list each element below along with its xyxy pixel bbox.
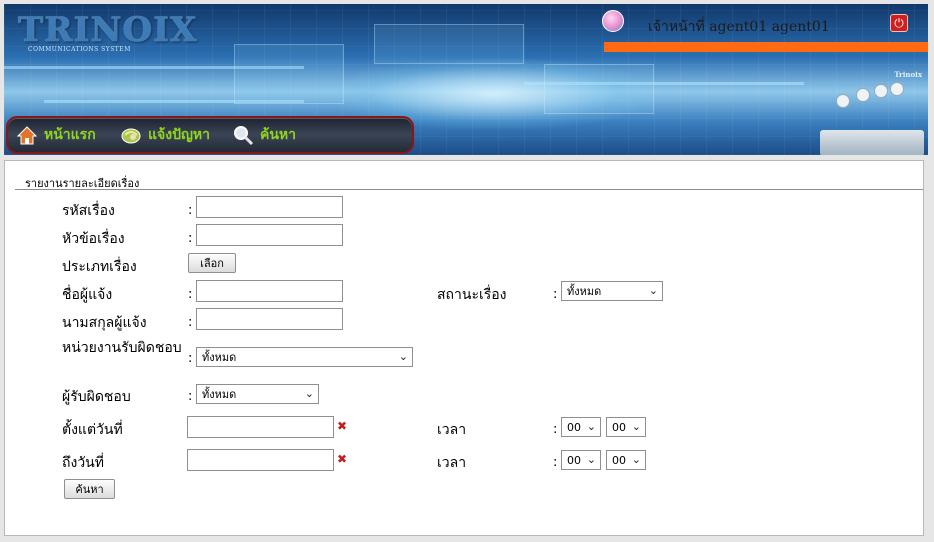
banner-screen [374, 24, 524, 64]
title-divider [15, 189, 923, 190]
report-icon [121, 128, 141, 144]
colon: : [188, 389, 193, 404]
status-select[interactable]: ทั้งหมด ⌄ [561, 281, 663, 301]
chevron-down-icon: ⌄ [304, 387, 314, 400]
responsible-unit-selected-value: ทั้งหมด [202, 351, 237, 364]
nav-search-label: ค้นหา [260, 127, 297, 143]
report-panel: รายงานรายละเอียดเรื่อง รหัสเรื่อง : หัวข… [4, 160, 924, 536]
to-minute-select[interactable]: 00 ⌄ [606, 450, 646, 470]
colon: : [553, 422, 558, 437]
subject-label: หัวข้อเรื่อง [62, 231, 125, 247]
reporter-first-name-label: ชื่อผู้แจ้ง [62, 287, 113, 303]
chevron-down-icon: ⌄ [631, 453, 641, 466]
from-time-label: เวลา [437, 422, 467, 438]
chevron-down-icon: ⌄ [398, 350, 408, 363]
status-label: สถานะเรื่อง [437, 287, 507, 303]
reporter-first-name-input[interactable] [196, 280, 343, 302]
colon: : [188, 203, 193, 218]
nav-search[interactable]: ค้นหา [232, 122, 296, 148]
case-id-input[interactable] [196, 196, 343, 218]
chevron-down-icon: ⌄ [631, 420, 641, 433]
select-case-type-button[interactable]: เลือก [188, 253, 236, 273]
to-date-label: ถึงวันที่ [62, 455, 104, 471]
colon: : [188, 231, 193, 246]
agent-figure [874, 84, 888, 98]
assignee-select[interactable]: ทั้งหมด ⌄ [196, 384, 319, 404]
from-minute-value: 00 [612, 420, 626, 434]
banner-screen [234, 44, 344, 104]
colon: : [553, 287, 558, 302]
from-hour-select[interactable]: 00 ⌄ [561, 417, 601, 437]
call-center-agents-image [816, 78, 928, 155]
logout-power-icon[interactable]: ⏻ [890, 14, 908, 32]
colon: : [188, 351, 193, 366]
from-date-input[interactable] [187, 416, 334, 438]
agent-figure [890, 82, 904, 96]
home-icon [16, 126, 38, 145]
agent-figure [856, 88, 870, 102]
status-selected-value: ทั้งหมด [567, 285, 602, 298]
responsible-unit-select[interactable]: ทั้งหมด ⌄ [196, 347, 413, 367]
user-name: เจ้าหน้าที่ agent01 agent01 [648, 19, 830, 35]
nav-report-problem[interactable]: แจ้งปัญหา [120, 122, 210, 148]
from-date-label: ตั้งแต่วันที่ [62, 422, 123, 438]
from-hour-value: 00 [567, 420, 581, 434]
case-id-label: รหัสเรื่อง [62, 203, 115, 219]
reporter-last-name-input[interactable] [196, 308, 343, 330]
user-avatar-icon [602, 10, 624, 32]
assignee-selected-value: ทั้งหมด [202, 388, 237, 401]
to-time-label: เวลา [437, 455, 467, 471]
chevron-down-icon: ⌄ [586, 453, 596, 466]
search-icon [234, 126, 254, 146]
colon: : [553, 455, 558, 470]
reporter-last-name-label: นามสกุลผู้แจ้ง [62, 315, 147, 331]
main-nav: หน้าแรก แจ้งปัญหา ค้นหา [6, 116, 414, 154]
subject-input[interactable] [196, 224, 343, 246]
chevron-down-icon: ⌄ [586, 420, 596, 433]
from-minute-select[interactable]: 00 ⌄ [606, 417, 646, 437]
agent-desk [820, 130, 924, 155]
to-hour-value: 00 [567, 453, 581, 467]
clear-x-icon[interactable]: ✖ [337, 452, 347, 466]
nav-report-label: แจ้งปัญหา [148, 127, 210, 143]
chevron-down-icon: ⌄ [648, 284, 658, 297]
clear-x-icon[interactable]: ✖ [337, 419, 347, 433]
responsible-unit-label: หน่วยงานรับผิดชอบ [62, 340, 182, 356]
to-date-input[interactable] [187, 449, 334, 471]
search-button[interactable]: ค้นหา [64, 479, 115, 499]
accent-bar [604, 42, 928, 52]
colon: : [188, 287, 193, 302]
to-hour-select[interactable]: 00 ⌄ [561, 450, 601, 470]
colon: : [188, 315, 193, 330]
to-minute-value: 00 [612, 453, 626, 467]
logo-subtitle: COMMUNICATIONS SYSTEM [28, 46, 131, 53]
nav-home[interactable]: หน้าแรก [16, 122, 96, 148]
agent-figure [836, 94, 850, 108]
case-type-label: ประเภทเรื่อง [62, 259, 137, 275]
logo: TRINOIX [18, 10, 198, 50]
banner-screen [544, 64, 654, 114]
assignee-label: ผู้รับผิดชอบ [62, 389, 131, 405]
nav-home-label: หน้าแรก [44, 127, 96, 143]
